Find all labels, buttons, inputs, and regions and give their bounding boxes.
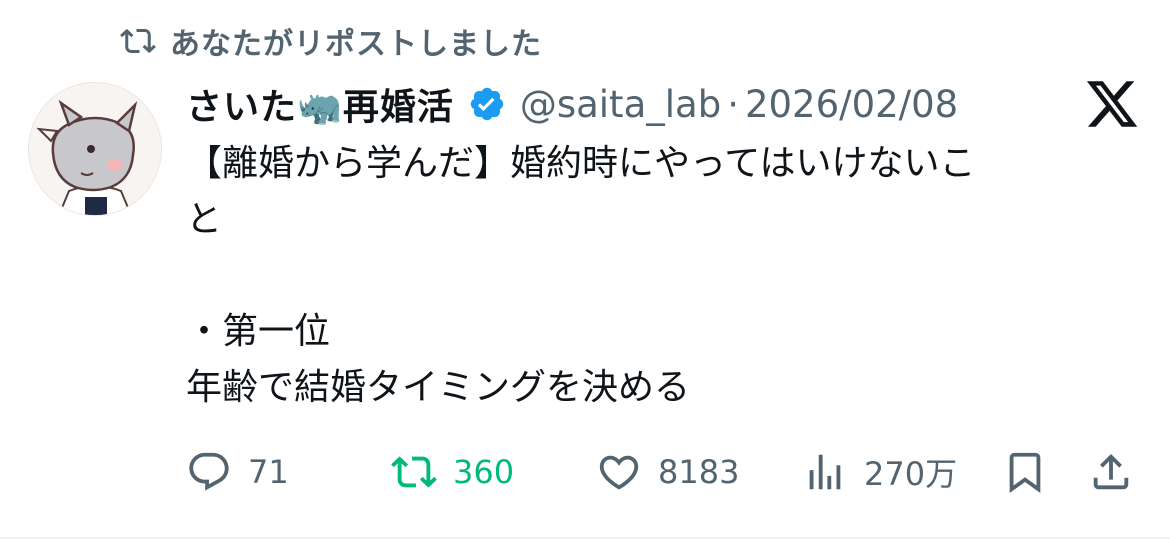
- repost-banner-text: あなたがリポストしました: [170, 27, 542, 62]
- share-button[interactable]: [1088, 449, 1138, 495]
- like-button[interactable]: 8183: [596, 449, 802, 495]
- tweet-line: 年齢で結婚タイミングを決める: [186, 367, 691, 408]
- tweet-text: 【離婚から学んだ】婚約時にやってはいけないこ と ・第一位 年齢で結婚タイミング…: [186, 136, 1126, 416]
- separator-dot: ·: [727, 82, 739, 126]
- tweet-line: と: [186, 199, 223, 240]
- x-logo-icon: [1084, 76, 1140, 132]
- like-count: 8183: [658, 453, 740, 491]
- display-name[interactable]: さいた🦏再婚活: [186, 78, 454, 130]
- share-icon: [1088, 449, 1134, 495]
- tweet-line: 【離婚から学んだ】婚約時にやってはいけないこ: [186, 143, 976, 184]
- tweet-header: さいた🦏再婚活 @saita_lab · 2026/02/08: [186, 76, 958, 132]
- repost-icon: [120, 23, 156, 59]
- reply-count: 71: [248, 453, 289, 491]
- repost-banner[interactable]: あなたがリポストしました: [120, 20, 542, 62]
- action-bar: 71 360 8183 270万: [186, 444, 1146, 500]
- reply-button[interactable]: 71: [186, 449, 391, 495]
- verified-badge-icon: [468, 85, 506, 123]
- views-count: 270万: [864, 455, 958, 493]
- views-button[interactable]: 270万: [802, 449, 1002, 495]
- divider: [0, 537, 1170, 539]
- tweet-line-blank: [186, 248, 1126, 304]
- repost-count: 360: [453, 453, 515, 491]
- tweet-line: ・第一位: [186, 311, 331, 352]
- bookmark-icon: [1002, 449, 1048, 495]
- heart-icon: [596, 449, 642, 495]
- repost-button[interactable]: 360: [391, 449, 596, 495]
- bookmark-button[interactable]: [1002, 449, 1088, 495]
- repost-icon: [391, 449, 437, 495]
- post-date[interactable]: 2026/02/08: [745, 83, 958, 126]
- reply-icon: [186, 449, 232, 495]
- user-handle[interactable]: @saita_lab: [520, 83, 721, 126]
- views-chart-icon: [802, 449, 848, 495]
- avatar[interactable]: [28, 82, 162, 216]
